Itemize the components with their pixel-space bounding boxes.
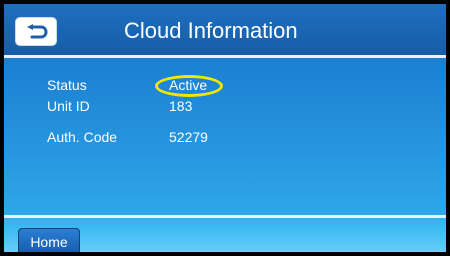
unit-id-value: 183 <box>169 98 193 114</box>
auth-code-label: Auth. Code <box>47 129 118 145</box>
auth-code-row: Auth. Code 52279 <box>4 126 446 148</box>
screen: Cloud Information Status Active Unit ID … <box>4 4 446 252</box>
status-label: Status <box>47 77 87 93</box>
status-row: Status Active <box>4 74 446 96</box>
home-button[interactable]: Home <box>18 228 80 252</box>
device-frame: Cloud Information Status Active Unit ID … <box>0 0 450 256</box>
unit-id-label: Unit ID <box>47 98 90 114</box>
back-arrow-icon <box>24 23 48 41</box>
auth-code-value: 52279 <box>169 129 208 145</box>
back-button[interactable] <box>15 17 57 46</box>
header-bar: Cloud Information <box>4 4 446 55</box>
unit-id-row: Unit ID 183 <box>4 95 446 117</box>
status-value: Active <box>169 77 208 93</box>
page-title: Cloud Information <box>124 18 298 43</box>
cloud-info-panel: Status Active Unit ID 183 Auth. Code 522… <box>4 58 446 215</box>
